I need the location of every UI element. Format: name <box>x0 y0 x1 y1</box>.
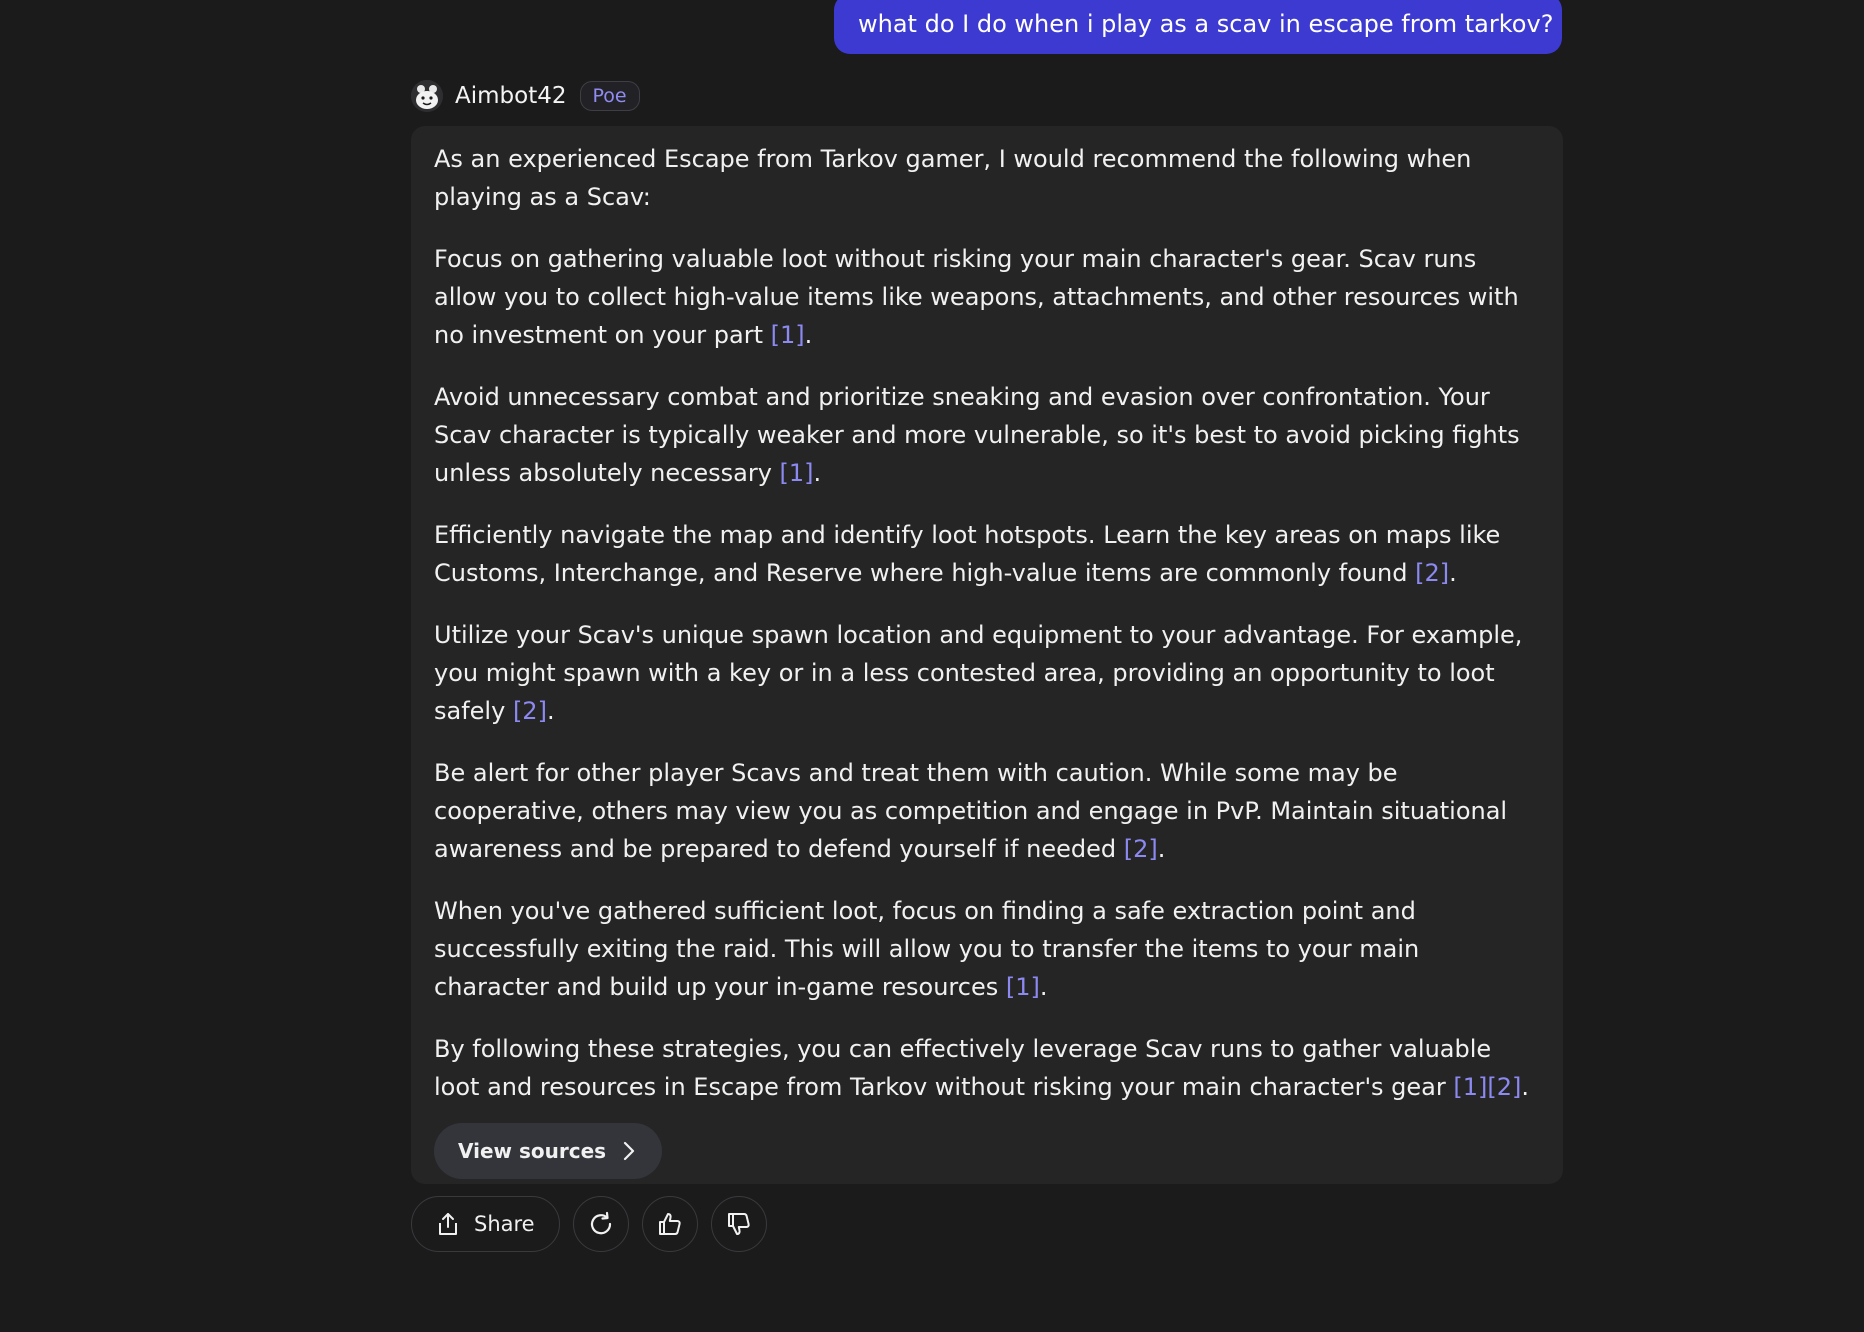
regenerate-button[interactable] <box>572 1196 629 1252</box>
chevron-right-icon <box>623 1141 635 1161</box>
paragraph-end: . <box>1521 1073 1530 1101</box>
regenerate-icon <box>590 1211 611 1235</box>
paragraph-end: . <box>1157 835 1166 863</box>
view-sources-label: View sources <box>458 1139 607 1163</box>
citation-link[interactable]: [2] <box>1124 835 1158 863</box>
bot-answer-card: As an experienced Escape from Tarkov gam… <box>411 126 1563 1184</box>
bot-provider-badge: Poe <box>579 81 640 111</box>
share-button[interactable]: Share <box>411 1196 560 1252</box>
robot-face-icon[interactable] <box>411 80 443 112</box>
paragraph-end: . <box>546 697 555 725</box>
thumbs-down-icon <box>727 1213 750 1235</box>
answer-paragraph: Avoid unnecessary combat and prioritize … <box>434 378 1540 492</box>
citation-link[interactable]: [1] <box>771 321 805 349</box>
thumbs-down-button[interactable] <box>710 1196 767 1252</box>
answer-paragraph: When you've gathered sufficient loot, fo… <box>434 892 1540 1006</box>
answer-paragraph: Utilize your Scav's unique spawn locatio… <box>434 616 1540 730</box>
citation-link[interactable]: [1] <box>780 459 814 487</box>
thumbs-up-button[interactable] <box>641 1196 698 1252</box>
message-action-bar: Share <box>411 1196 767 1252</box>
paragraph-text: By following these strategies, you can e… <box>434 1035 1492 1101</box>
answer-paragraph: By following these strategies, you can e… <box>434 1030 1540 1106</box>
bot-header: Aimbot42 Poe <box>411 80 640 112</box>
thumbs-up-icon <box>658 1213 681 1235</box>
citation-link[interactable]: [1] <box>1006 973 1040 1001</box>
citation-link[interactable]: [2] <box>513 697 547 725</box>
paragraph-text: When you've gathered sufficient loot, fo… <box>434 897 1420 1001</box>
share-label: Share <box>474 1212 535 1236</box>
user-message-bubble: what do I do when i play as a scav in es… <box>834 0 1562 54</box>
answer-paragraph: Be alert for other player Scavs and trea… <box>434 754 1540 868</box>
answer-paragraph: Focus on gathering valuable loot without… <box>434 240 1540 354</box>
chat-page: what do I do when i play as a scav in es… <box>0 0 1864 1332</box>
citation-link[interactable]: [2] <box>1415 559 1449 587</box>
paragraph-text: Avoid unnecessary combat and prioritize … <box>434 383 1520 487</box>
answer-paragraph: Efficiently navigate the map and identif… <box>434 516 1540 592</box>
paragraph-text: Utilize your Scav's unique spawn locatio… <box>434 621 1523 725</box>
paragraph-end: . <box>804 321 813 349</box>
paragraph-text: As an experienced Escape from Tarkov gam… <box>434 145 1472 211</box>
paragraph-end: . <box>1039 973 1048 1001</box>
user-message-text: what do I do when i play as a scav in es… <box>858 10 1554 38</box>
answer-paragraph: As an experienced Escape from Tarkov gam… <box>434 140 1540 216</box>
paragraph-text: Efficiently navigate the map and identif… <box>434 521 1501 587</box>
paragraph-text: Be alert for other player Scavs and trea… <box>434 759 1508 863</box>
citation-link[interactable]: [1][2] <box>1453 1073 1521 1101</box>
paragraph-text: Focus on gathering valuable loot without… <box>434 245 1519 349</box>
view-sources-button[interactable]: View sources <box>434 1123 663 1179</box>
paragraph-end: . <box>1449 559 1457 587</box>
share-icon <box>439 1213 457 1235</box>
bot-name[interactable]: Aimbot42 <box>455 83 567 109</box>
paragraph-end: . <box>813 459 822 487</box>
